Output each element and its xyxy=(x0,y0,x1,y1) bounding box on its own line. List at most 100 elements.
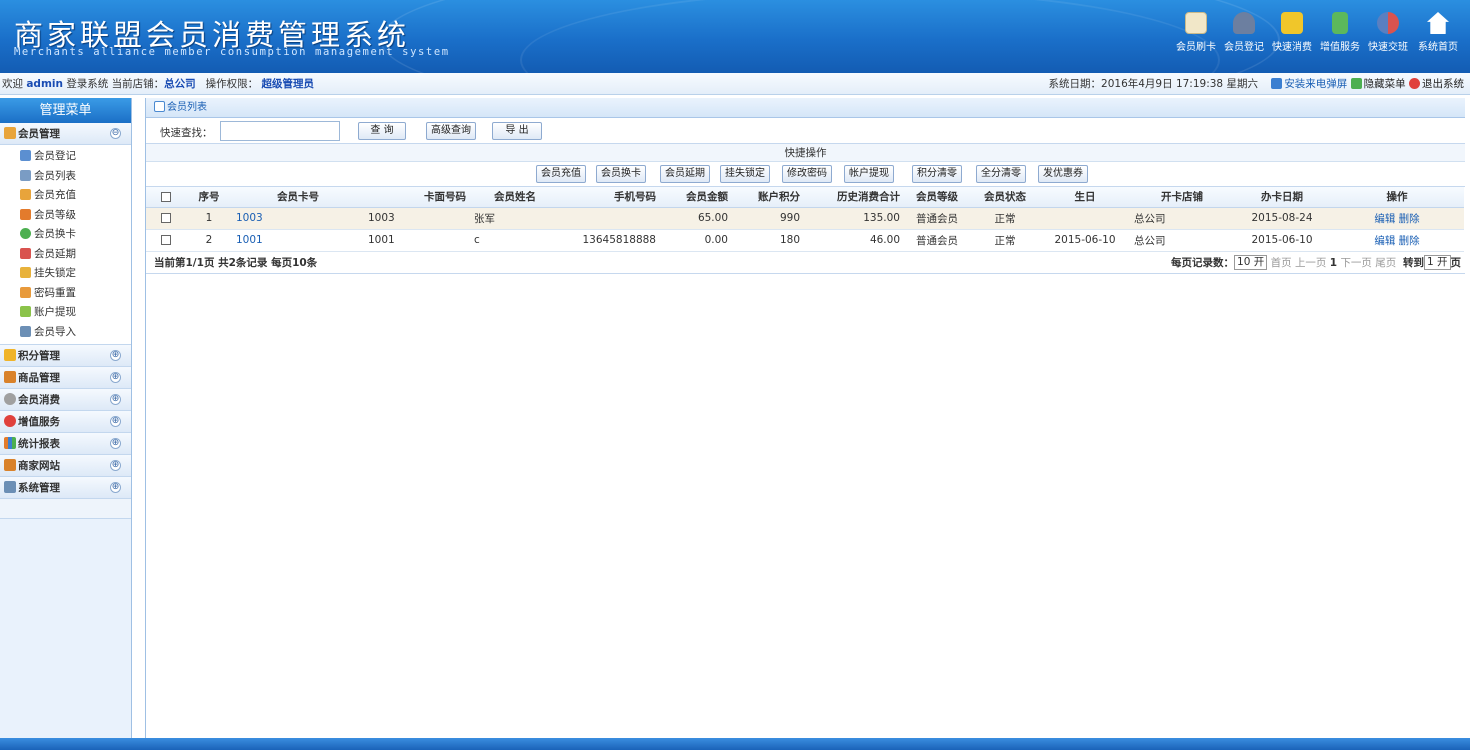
sidebar-title: 管理菜单 xyxy=(0,98,131,123)
quick-withdraw-button[interactable]: 帐户提现 xyxy=(844,165,894,183)
column-header: 历史消费合计 xyxy=(804,187,904,208)
sidebar-section-goods[interactable]: 商品管理 ⊕ xyxy=(0,367,131,389)
hide-menu-link[interactable]: 隐藏菜单 xyxy=(1364,78,1406,90)
column-header: 开卡店铺 xyxy=(1130,187,1234,208)
sidebar-section-system[interactable]: 系统管理 ⊕ xyxy=(0,477,131,499)
export-button[interactable]: 导 出 xyxy=(492,122,542,140)
expand-icon[interactable]: ⊕ xyxy=(110,460,121,471)
item-label: 会员换卡 xyxy=(34,228,76,240)
goto-page-input[interactable]: 1 开 xyxy=(1423,255,1451,270)
sidebar-item-withdraw[interactable]: 账户提现 xyxy=(0,303,131,323)
info-bar: 欢迎 admin 登录系统 当前店铺：总公司 操作权限： 超级管理员 系统日期：… xyxy=(0,73,1470,95)
import-icon xyxy=(20,325,31,337)
quick-recharge-button[interactable]: 会员充值 xyxy=(536,165,586,183)
collapse-icon[interactable]: ⊖ xyxy=(110,128,121,139)
item-label: 会员列表 xyxy=(34,169,76,182)
sidebar-item-list[interactable]: 会员列表 xyxy=(0,167,131,187)
sidebar-section-reports[interactable]: 统计报表 ⊕ xyxy=(0,433,131,455)
nav-member-register[interactable]: 会员登记 xyxy=(1220,12,1268,53)
monitor-icon xyxy=(1271,78,1283,89)
quick-extend-button[interactable]: 会员延期 xyxy=(660,165,710,183)
expand-icon[interactable]: ⊕ xyxy=(110,416,121,427)
sidebar-item-recharge[interactable]: 会员充值 xyxy=(0,186,131,206)
edit-link[interactable]: 编辑 xyxy=(1374,235,1395,247)
sidebar-section-members[interactable]: 会员管理 ⊖ xyxy=(0,123,131,145)
expand-icon[interactable]: ⊕ xyxy=(110,350,121,361)
nav-card-swipe[interactable]: 会员刷卡 xyxy=(1172,12,1220,53)
first-page-link[interactable]: 首页 xyxy=(1271,257,1292,269)
sidebar-item-password-reset[interactable]: 密码重置 xyxy=(0,284,131,304)
edit-link[interactable]: 编辑 xyxy=(1374,213,1395,225)
sidebar-item-register[interactable]: 会员登记 xyxy=(0,147,131,167)
quick-search-input[interactable] xyxy=(220,121,340,141)
sidebar-item-import[interactable]: 会员导入 xyxy=(0,323,131,343)
delete-link[interactable]: 删除 xyxy=(1399,235,1420,247)
sidebar-item-lock[interactable]: 挂失锁定 xyxy=(0,264,131,284)
advanced-query-button[interactable]: 高级查询 xyxy=(426,122,476,140)
row-checkbox[interactable] xyxy=(161,235,171,245)
nav-quick-consume[interactable]: 快速消费 xyxy=(1268,12,1316,53)
expand-icon[interactable]: ⊕ xyxy=(110,394,121,405)
select-all-checkbox[interactable] xyxy=(161,191,171,202)
quick-clear-points-button[interactable]: 积分清零 xyxy=(912,165,962,183)
section-label: 商品管理 xyxy=(18,372,60,384)
sidebar-footer xyxy=(0,499,131,519)
expand-icon[interactable]: ⊕ xyxy=(110,438,121,449)
current-page: 1 xyxy=(1329,256,1338,269)
expand-icon[interactable]: ⊕ xyxy=(110,372,121,383)
heart-icon xyxy=(4,415,16,427)
table-row: 1 1003 1003 张军 65.00 990 135.00 普通会员 正常 … xyxy=(146,207,1464,230)
cell-card-link[interactable]: 1003 xyxy=(232,207,364,230)
cell-level: 普通会员 xyxy=(904,207,970,230)
sidebar-item-change-card[interactable]: 会员换卡 xyxy=(0,225,131,245)
cell-face: 1003 xyxy=(364,207,470,230)
sidebar-section-value-added[interactable]: 增值服务 ⊕ xyxy=(0,411,131,433)
last-page-link[interactable]: 尾页 xyxy=(1375,257,1396,269)
install-popup-link[interactable]: 安装来电弹屏 xyxy=(1284,78,1347,90)
sidebar-section-points[interactable]: 积分管理 ⊕ xyxy=(0,345,131,367)
register-icon xyxy=(20,150,31,161)
quick-change-password-button[interactable]: 修改密码 xyxy=(782,165,832,183)
key-icon xyxy=(20,286,31,298)
page-summary: 当前第1/1页 共2条记录 每页10条 xyxy=(154,256,318,269)
consume-icon xyxy=(4,393,16,405)
logout-link[interactable]: 退出系统 xyxy=(1422,78,1464,90)
sidebar-section-website[interactable]: 商家网站 ⊕ xyxy=(0,455,131,477)
cell-card-link[interactable]: 1001 xyxy=(232,229,364,252)
goto-suffix: 页 xyxy=(1450,256,1462,269)
table-header-row: 序号 会员卡号 卡面号码 会员姓名 手机号码 会员金额 账户积分 历史消费合计 … xyxy=(146,187,1464,208)
chart-icon xyxy=(4,437,16,449)
cell-level: 普通会员 xyxy=(904,229,970,252)
sidebar-item-extend[interactable]: 会员延期 xyxy=(0,245,131,265)
nav-home[interactable]: 系统首页 xyxy=(1412,12,1464,53)
per-page-input[interactable]: 10 开 xyxy=(1234,255,1268,270)
sidebar-item-level[interactable]: 会员等级 xyxy=(0,206,131,226)
home-icon xyxy=(1427,12,1449,34)
search-bar: 快速查找： 查 询 高级查询 导 出 xyxy=(146,118,1465,144)
quick-lock-button[interactable]: 挂失锁定 xyxy=(720,165,770,183)
row-checkbox[interactable] xyxy=(161,213,171,223)
tools-icon xyxy=(4,481,16,493)
cell-total: 46.00 xyxy=(804,229,904,252)
cell-status: 正常 xyxy=(970,229,1040,252)
section-label: 会员管理 xyxy=(18,128,60,140)
sidebar-section-consume[interactable]: 会员消费 ⊕ xyxy=(0,389,131,411)
cell-no: 1 xyxy=(186,207,232,230)
goods-icon xyxy=(4,371,16,383)
withdraw-icon xyxy=(20,306,31,317)
delete-link[interactable]: 删除 xyxy=(1399,213,1420,225)
prev-page-link[interactable]: 上一页 xyxy=(1295,257,1327,269)
section-label: 系统管理 xyxy=(18,482,60,494)
quick-clear-all-button[interactable]: 全分清零 xyxy=(976,165,1026,183)
nav-label: 系统首页 xyxy=(1418,42,1458,53)
quick-change-card-button[interactable]: 会员换卡 xyxy=(596,165,646,183)
nav-value-added[interactable]: 增值服务 xyxy=(1316,12,1364,53)
query-button[interactable]: 查 询 xyxy=(358,122,406,140)
cell-status: 正常 xyxy=(970,207,1040,230)
cell-name: c xyxy=(470,229,540,252)
next-page-link[interactable]: 下一页 xyxy=(1340,257,1372,269)
nav-quick-handover[interactable]: 快速交班 xyxy=(1364,12,1412,53)
expand-icon[interactable]: ⊕ xyxy=(110,482,121,493)
cell-amount: 0.00 xyxy=(660,229,732,252)
quick-coupon-button[interactable]: 发优惠券 xyxy=(1038,165,1088,183)
